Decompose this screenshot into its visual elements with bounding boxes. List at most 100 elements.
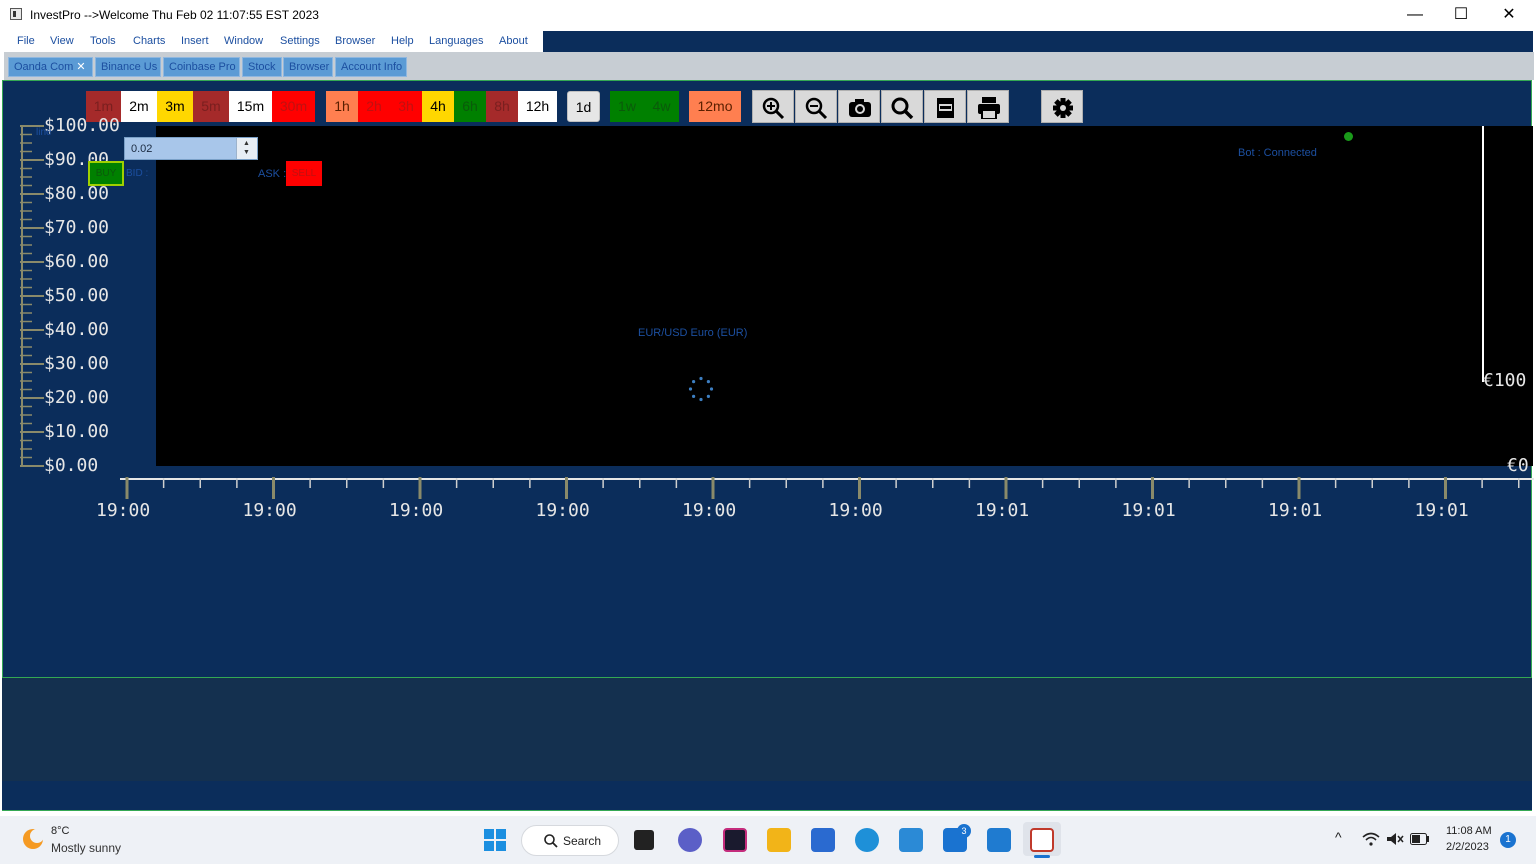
chevron-up-icon[interactable]: ^ bbox=[1335, 829, 1342, 845]
zoom-out-icon bbox=[805, 97, 828, 119]
chart-canvas[interactable] bbox=[156, 126, 1533, 466]
tab-coinbase[interactable]: Coinbase Pro bbox=[163, 57, 240, 77]
chevron-up-icon[interactable]: ▲ bbox=[243, 140, 250, 147]
print-button[interactable] bbox=[967, 90, 1009, 123]
menu-insert[interactable]: Insert bbox=[181, 35, 209, 47]
timeframe-button-1h[interactable]: 1h bbox=[326, 91, 358, 122]
left-tick-label: $50.00 bbox=[44, 285, 110, 306]
window-title: InvestPro -->Welcome Thu Feb 02 11:07:55… bbox=[30, 8, 319, 22]
pdf-icon bbox=[937, 98, 954, 118]
menu-about[interactable]: About bbox=[499, 35, 528, 47]
timeframe-button-2m[interactable]: 2m bbox=[121, 91, 157, 122]
zoom-out-button[interactable] bbox=[795, 90, 837, 123]
x-tick-label: 19:01 bbox=[1268, 500, 1323, 521]
tab-close-icon[interactable]: ✕ bbox=[76, 61, 85, 73]
intellij-icon[interactable] bbox=[723, 828, 747, 852]
edge-icon[interactable] bbox=[855, 828, 879, 852]
axis-caption: line bbox=[36, 127, 52, 138]
tab-account-info[interactable]: Account Info bbox=[335, 57, 407, 77]
timeframe-button-4w[interactable]: 4w bbox=[644, 91, 679, 122]
timeframe-button-3h[interactable]: 3h bbox=[390, 91, 422, 122]
notepad-icon[interactable] bbox=[899, 828, 923, 852]
maximize-button[interactable]: ☐ bbox=[1438, 0, 1484, 30]
tab-oanda[interactable]: Oanda Com ✕ bbox=[8, 57, 93, 77]
left-tick-label: $0.00 bbox=[44, 455, 99, 476]
stepper-arrows[interactable]: ▲ ▼ bbox=[236, 138, 257, 159]
vscode-icon[interactable] bbox=[987, 828, 1011, 852]
volume-muted-icon[interactable] bbox=[1386, 832, 1404, 846]
battery-icon[interactable] bbox=[1410, 833, 1430, 845]
windows-start-icon[interactable] bbox=[484, 829, 506, 851]
active-indicator bbox=[1034, 855, 1050, 858]
timeframe-button-1d[interactable]: 1d bbox=[567, 91, 600, 122]
timeframe-button-15m[interactable]: 15m bbox=[229, 91, 272, 122]
loading-spinner-icon bbox=[688, 376, 714, 402]
zoom-in-button[interactable] bbox=[752, 90, 794, 123]
x-tick-label: 19:00 bbox=[242, 500, 297, 521]
x-tick-label: 19:00 bbox=[535, 500, 590, 521]
timeframe-button-3m[interactable]: 3m bbox=[157, 91, 193, 122]
weather-temp[interactable]: 8°C bbox=[51, 825, 69, 837]
timeframe-button-8h[interactable]: 8h bbox=[486, 91, 518, 122]
menu-tools[interactable]: Tools bbox=[90, 35, 116, 47]
left-tick-label: $20.00 bbox=[44, 387, 110, 408]
timeframe-button-12h[interactable]: 12h bbox=[518, 91, 557, 122]
menu-settings[interactable]: Settings bbox=[280, 35, 320, 47]
status-bar bbox=[2, 781, 1532, 811]
timeframe-button-6h[interactable]: 6h bbox=[454, 91, 486, 122]
menu-browser[interactable]: Browser bbox=[335, 35, 375, 47]
zoom-in-icon bbox=[762, 97, 785, 119]
tab-label: Oanda Com bbox=[14, 61, 74, 73]
left-tick-label: $80.00 bbox=[44, 183, 110, 204]
pdf-button[interactable] bbox=[924, 90, 966, 123]
left-tick-label: $40.00 bbox=[44, 319, 110, 340]
task-view-icon[interactable] bbox=[634, 830, 654, 850]
menu-bar: File View Tools Charts Insert Window Set… bbox=[4, 31, 543, 52]
clock-date[interactable]: 2/2/2023 bbox=[1446, 841, 1489, 853]
close-button[interactable]: ✕ bbox=[1486, 0, 1532, 30]
investpro-app-icon[interactable] bbox=[1030, 828, 1054, 852]
menu-bar-fill bbox=[543, 31, 1533, 52]
timeframe-button-5m[interactable]: 5m bbox=[193, 91, 229, 122]
menu-file[interactable]: File bbox=[17, 35, 35, 47]
timeframe-button-4h[interactable]: 4h bbox=[422, 91, 454, 122]
weather-desc[interactable]: Mostly sunny bbox=[51, 841, 121, 855]
chevron-down-icon[interactable]: ▼ bbox=[243, 149, 250, 156]
buy-button[interactable]: BUY bbox=[88, 161, 124, 186]
lower-panel bbox=[2, 678, 1532, 781]
timeframe-button-30m[interactable]: 30m bbox=[272, 91, 315, 122]
timeframe-button-2h[interactable]: 2h bbox=[358, 91, 390, 122]
x-axis-ticks bbox=[125, 477, 1520, 499]
connection-indicator bbox=[1344, 132, 1353, 141]
wifi-icon[interactable] bbox=[1362, 832, 1380, 846]
menu-charts[interactable]: Charts bbox=[133, 35, 165, 47]
search-button[interactable] bbox=[881, 90, 923, 123]
tab-stock[interactable]: Stock bbox=[242, 57, 282, 77]
search-box[interactable]: Search bbox=[521, 825, 619, 856]
timeframe-button-1w[interactable]: 1w bbox=[610, 91, 644, 122]
tab-browser[interactable]: Browser bbox=[283, 57, 333, 77]
sell-button[interactable]: SELL bbox=[286, 161, 322, 186]
timeframe-button-12mo[interactable]: 12mo bbox=[689, 91, 741, 122]
tab-binance[interactable]: Binance Us bbox=[95, 57, 161, 77]
x-tick-label: 19:01 bbox=[1414, 500, 1469, 521]
menu-window[interactable]: Window bbox=[224, 35, 263, 47]
store-icon[interactable] bbox=[811, 828, 835, 852]
bot-status: Bot : Connected bbox=[1238, 147, 1317, 159]
menu-help[interactable]: Help bbox=[391, 35, 414, 47]
minimize-button[interactable]: — bbox=[1392, 0, 1438, 30]
menu-view[interactable]: View bbox=[50, 35, 74, 47]
weather-icon[interactable] bbox=[20, 826, 46, 852]
settings-button[interactable] bbox=[1041, 90, 1083, 123]
quantity-stepper[interactable]: 0.02 ▲ ▼ bbox=[124, 137, 258, 160]
notification-badge[interactable]: 1 bbox=[1500, 832, 1516, 848]
search-label: Search bbox=[563, 834, 602, 848]
left-axis-ticks bbox=[20, 125, 44, 467]
menu-languages[interactable]: Languages bbox=[429, 35, 483, 47]
clock-time[interactable]: 11:08 AM bbox=[1446, 825, 1492, 837]
quantity-value: 0.02 bbox=[131, 143, 153, 155]
camera-button[interactable] bbox=[838, 90, 880, 123]
x-tick-label: 19:00 bbox=[96, 500, 151, 521]
chat-icon[interactable] bbox=[678, 828, 702, 852]
file-explorer-icon[interactable] bbox=[767, 828, 791, 852]
